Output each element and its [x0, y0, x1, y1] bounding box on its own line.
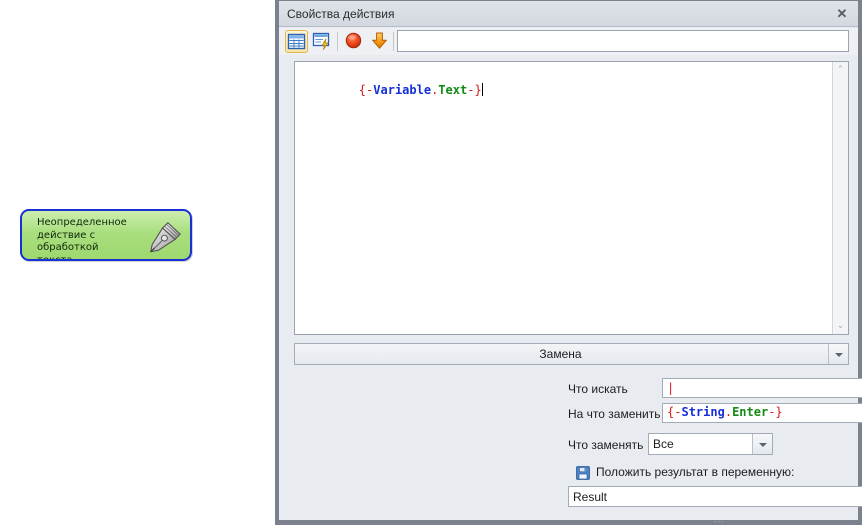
token-object: Variable: [373, 83, 432, 97]
toolbar-separator-1: [337, 32, 338, 51]
panel-toolbar: [279, 28, 858, 55]
flow-canvas[interactable]: Неопределенное действие с обработкой тек…: [0, 0, 275, 525]
save-floppy-icon: [576, 466, 590, 480]
step-down-button[interactable]: [369, 30, 392, 53]
scope-chevron-down-icon[interactable]: [752, 434, 772, 454]
breakpoint-button[interactable]: [343, 30, 366, 53]
token-open-brace: {: [358, 83, 367, 97]
search-label: Что искать: [568, 382, 628, 396]
script-editor[interactable]: {-Variable.Text-} ⌃ ⌄: [294, 61, 849, 335]
panel-title: Свойства действия: [287, 7, 395, 21]
operation-mode-combobox[interactable]: Замена: [294, 343, 849, 365]
flow-node-text-processing[interactable]: Неопределенное действие с обработкой тек…: [20, 209, 192, 261]
table-grid-icon: [287, 33, 306, 50]
orange-down-arrow-icon: [372, 32, 387, 49]
search-input-caret: |: [667, 381, 675, 395]
flow-node-label: Неопределенное действие с обработкой тек…: [37, 217, 127, 261]
panel-titlebar: Свойства действия ✕: [279, 1, 858, 27]
result-variable-value: Result: [573, 490, 608, 504]
scope-value: Все: [653, 437, 674, 451]
text-caret: [481, 83, 483, 96]
scroll-up-icon[interactable]: ⌃: [833, 62, 848, 78]
scope-combobox[interactable]: Все: [648, 433, 773, 455]
scope-label: Что заменять: [568, 438, 644, 452]
close-icon[interactable]: ✕: [832, 4, 852, 23]
result-variable-combobox[interactable]: Result: [568, 486, 862, 507]
red-circle-icon: [345, 32, 362, 49]
replace-token-dot: .: [724, 405, 733, 419]
pen-nib-icon: [150, 222, 181, 253]
replace-token-object: String: [681, 405, 725, 419]
replace-input[interactable]: {-String.Enter-}: [662, 403, 862, 423]
toolbar-separator-2: [393, 32, 394, 51]
operation-mode-value: Замена: [539, 347, 582, 361]
action-properties-panel: Свойства действия ✕ {-Variable.Text-} ⌃ …: [275, 0, 862, 525]
editor-vertical-scrollbar[interactable]: ⌃ ⌄: [832, 62, 848, 334]
script-editor-content: {-Variable.Text-}: [301, 68, 483, 113]
resize-grip[interactable]: ▪▪▪: [706, 519, 732, 525]
toolbar-text-input[interactable]: [397, 30, 849, 52]
events-button[interactable]: [311, 30, 334, 53]
token-property: Text: [438, 83, 468, 97]
store-result-label: Положить результат в переменную:: [596, 465, 795, 479]
scroll-down-icon[interactable]: ⌄: [833, 318, 848, 334]
search-input[interactable]: [662, 378, 862, 398]
replace-token-property: Enter: [732, 405, 769, 419]
replace-token-close-brace: }: [775, 405, 783, 419]
replace-label: На что заменить: [568, 407, 661, 421]
token-close-brace: }: [474, 83, 482, 97]
window-lightning-icon: [312, 32, 330, 50]
chevron-down-icon[interactable]: [828, 344, 848, 364]
properties-grid-button[interactable]: [285, 30, 308, 53]
app-root: Неопределенное действие с обработкой тек…: [0, 0, 862, 525]
